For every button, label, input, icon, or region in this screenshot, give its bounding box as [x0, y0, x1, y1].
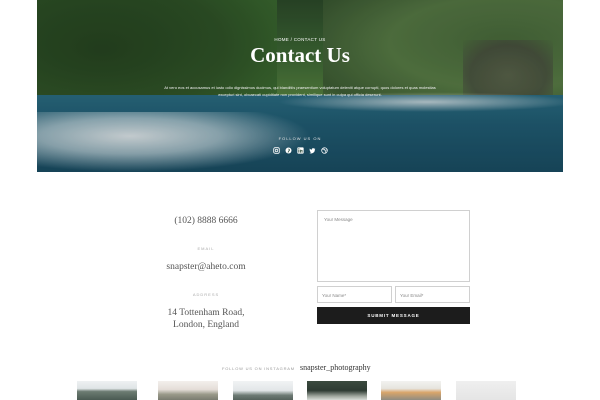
dribbble-icon[interactable] — [320, 147, 328, 154]
hero-banner: HOME / CONTACT US Contact Us At vero eos… — [37, 0, 563, 172]
social-links — [37, 147, 563, 154]
submit-message-button[interactable]: SUBMIT MESSAGE — [317, 307, 470, 324]
email-block: snapster@aheto.com — [146, 261, 266, 273]
name-input[interactable]: Your Name* — [317, 286, 392, 303]
phone-block: (102) 8888 6666 — [146, 215, 266, 227]
address-label: ADDRESS — [192, 292, 220, 297]
address-block: 14 Tottenham Road, London, England — [146, 307, 266, 331]
instagram-thumb-1[interactable] — [77, 381, 137, 400]
address-line-1: 14 Tottenham Road, — [167, 308, 245, 318]
hero-intro-text: At vero eos et accusamus et iusto odio d… — [164, 85, 436, 97]
address-label-block: ADDRESS — [146, 292, 266, 297]
email-address[interactable]: snapster@aheto.com — [146, 261, 266, 273]
email-label: EMAIL — [197, 246, 215, 251]
instagram-follow-label: FOLLOW US ON INSTAGRAM — [222, 366, 295, 371]
instagram-thumb-3[interactable] — [233, 381, 293, 400]
breadcrumb[interactable]: HOME / CONTACT US — [37, 37, 563, 42]
page-title: Contact Us — [250, 43, 350, 67]
instagram-handle[interactable]: snapster_photography — [300, 363, 371, 372]
instagram-thumb-4[interactable] — [307, 381, 367, 400]
email-label-block: EMAIL — [146, 246, 266, 251]
twitter-icon[interactable] — [308, 147, 316, 154]
email-input[interactable]: Your Email* — [395, 286, 470, 303]
follow-us-label: FOLLOW US ON — [278, 136, 322, 141]
instagram-icon[interactable] — [272, 147, 280, 154]
instagram-thumb-5[interactable] — [381, 381, 441, 400]
pinterest-icon[interactable] — [284, 147, 292, 154]
message-placeholder: Your Message — [324, 217, 353, 222]
email-placeholder: Your Email* — [400, 292, 424, 298]
linkedin-icon[interactable] — [296, 147, 304, 154]
instagram-thumb-6[interactable] — [456, 381, 516, 400]
message-textarea[interactable]: Your Message — [317, 210, 470, 282]
instagram-thumb-2[interactable] — [158, 381, 218, 400]
name-placeholder: Your Name* — [322, 292, 347, 298]
phone-number[interactable]: (102) 8888 6666 — [146, 215, 266, 227]
address-line-2: London, England — [173, 320, 239, 330]
